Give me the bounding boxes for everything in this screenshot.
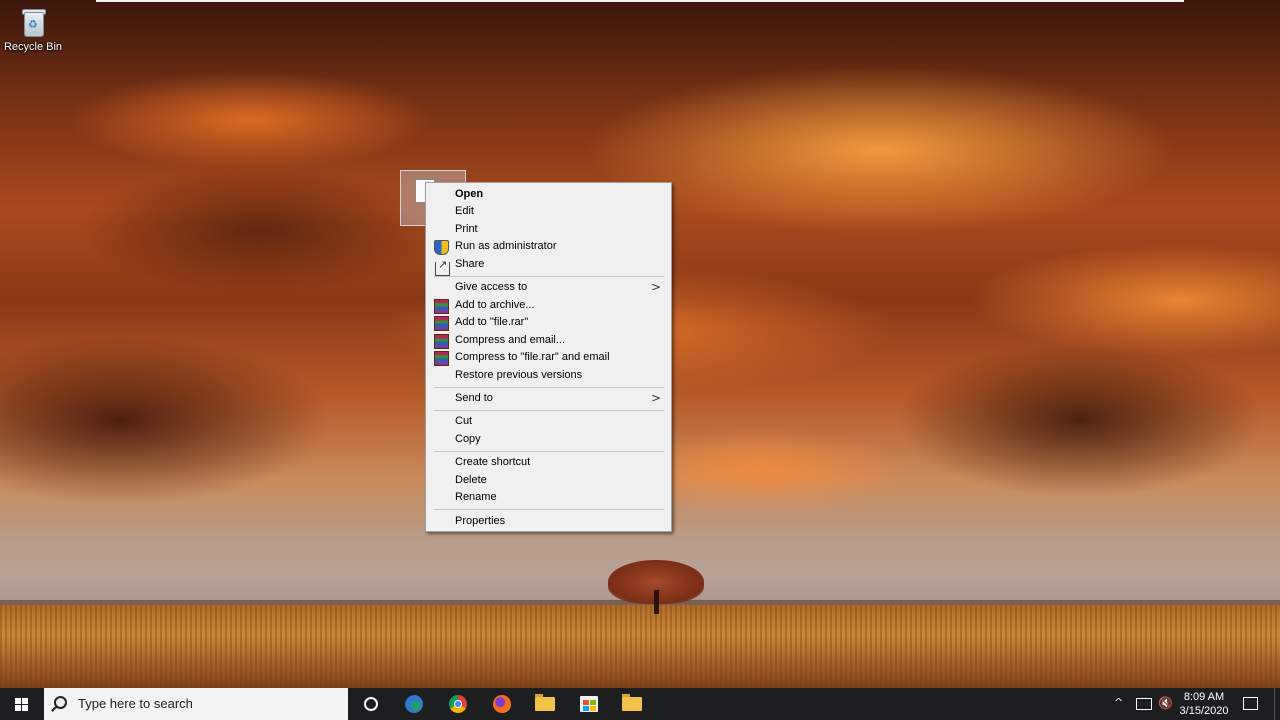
windows-logo-icon [15,698,29,712]
menu-item-compress-and-email[interactable]: Compress and email... [428,332,669,349]
menu-separator [434,451,664,452]
menu-item-open[interactable]: Open [428,186,669,203]
menu-item-share[interactable]: ↗ Share [428,256,669,276]
taskbar: Type here to search ^ 🔇 8:09 AM 3/15/202… [0,688,1280,720]
search-placeholder: Type here to search [78,696,193,711]
clock-date: 3/15/2020 [1179,705,1229,717]
menu-item-print[interactable]: Print [428,221,669,238]
chrome-icon [449,695,467,713]
show-hidden-icons-chevron-icon[interactable]: ^ [1114,696,1123,709]
cortana-button[interactable] [348,688,392,720]
menu-separator [434,509,664,510]
winrar-icon [434,351,449,366]
show-desktop-button[interactable] [1274,688,1280,720]
clock-time: 8:09 AM [1183,691,1225,703]
search-icon [54,696,67,709]
winrar-icon [434,334,449,349]
desktop-icon-recycle-bin[interactable]: ♻ Recycle Bin [2,4,64,62]
menu-separator [434,387,664,388]
menu-separator [434,276,664,277]
submenu-arrow-icon: > [650,280,661,294]
taskbar-edge[interactable] [392,688,436,720]
menu-item-restore-previous-versions[interactable]: Restore previous versions [428,367,669,384]
folder-icon [622,694,642,711]
taskbar-firefox[interactable] [480,688,524,720]
winrar-icon [434,316,449,331]
menu-item-create-shortcut[interactable]: Create shortcut [428,454,669,471]
menu-item-send-to[interactable]: Send to > [428,390,669,407]
taskbar-clock[interactable]: 8:09 AM 3/15/2020 [1176,690,1232,718]
wheat-field [0,605,1280,690]
taskbar-chrome[interactable] [436,688,480,720]
menu-item-properties[interactable]: Properties [428,513,669,530]
cortana-icon [364,697,378,711]
taskbar-search-box[interactable]: Type here to search [44,688,348,720]
menu-item-add-to-file-rar[interactable]: Add to "file.rar" [428,314,669,331]
menu-item-cut[interactable]: Cut [428,413,669,430]
taskbar-store[interactable] [567,688,611,720]
start-button[interactable] [0,688,44,720]
submenu-arrow-icon: > [650,391,661,405]
firefox-icon [493,695,511,713]
edge-icon [405,695,423,713]
menu-item-edit[interactable]: Edit [428,203,669,220]
menu-item-add-to-archive[interactable]: Add to archive... [428,297,669,314]
window-edge [96,0,1184,2]
desktop-icon-label: Recycle Bin [3,41,63,53]
menu-item-copy[interactable]: Copy [428,431,669,448]
menu-item-compress-to-rar-and-email[interactable]: Compress to "file.rar" and email [428,349,669,366]
menu-item-give-access-to[interactable]: Give access to > [428,279,669,296]
taskbar-file-explorer[interactable] [523,688,567,720]
share-arrow-icon: ↗ [438,258,448,271]
action-center-icon[interactable] [1243,697,1258,710]
menu-item-run-as-administrator[interactable]: Run as administrator [428,238,669,255]
tree-trunk [654,590,659,614]
volume-muted-icon[interactable]: 🔇 [1158,696,1173,710]
store-icon [580,696,598,712]
taskbar-folder[interactable] [610,688,654,720]
menu-separator [434,410,664,411]
context-menu: Open Edit Print Run as administrator ↗ S… [425,182,672,532]
menu-item-delete[interactable]: Delete [428,472,669,489]
file-explorer-icon [535,694,555,711]
uac-shield-icon [434,240,449,255]
network-icon[interactable] [1136,698,1152,710]
recycle-bin-icon: ♻ [20,6,46,37]
winrar-icon [434,299,449,314]
menu-item-rename[interactable]: Rename [428,489,669,506]
